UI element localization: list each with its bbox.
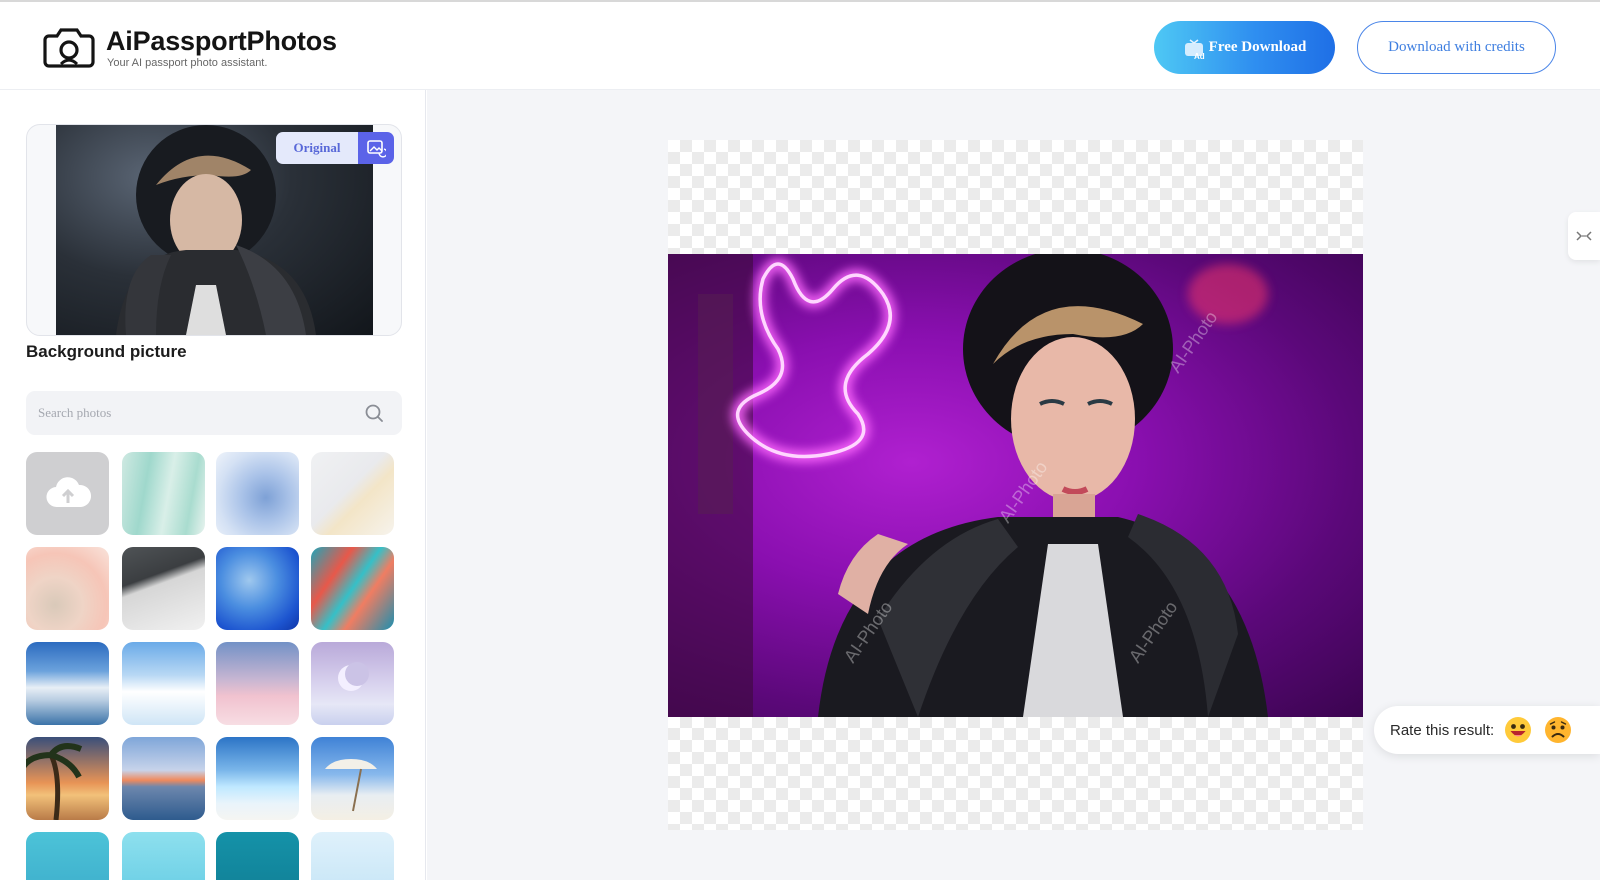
search-input[interactable] <box>38 391 338 435</box>
background-sidebar: Original Background picture <box>0 90 426 880</box>
background-tile[interactable] <box>26 547 109 630</box>
sad-emoji-icon[interactable] <box>1544 716 1572 744</box>
free-download-label: Free Download <box>1208 39 1307 55</box>
transparent-canvas[interactable]: AI-Photo AI-Photo AI-Photo AI-Photo <box>668 140 1363 830</box>
background-tile[interactable] <box>122 832 205 880</box>
background-tile[interactable] <box>122 642 205 725</box>
happy-emoji-icon[interactable] <box>1504 716 1532 744</box>
background-tile[interactable] <box>311 452 394 535</box>
original-photo-card[interactable]: Original <box>26 124 402 336</box>
background-tile[interactable] <box>311 737 394 820</box>
background-tile[interactable] <box>26 737 109 820</box>
search-bar <box>26 391 402 435</box>
background-tile[interactable] <box>311 642 394 725</box>
ad-tv-icon: Ad <box>1183 37 1205 61</box>
camera-logo-icon[interactable] <box>43 24 95 68</box>
rating-label: Rate this result: <box>1390 721 1495 739</box>
top-header: AiPassportPhotos Your AI passport photo … <box>0 0 1600 90</box>
brand-name[interactable]: AiPassportPhotos <box>106 26 337 57</box>
original-toggle[interactable]: Original <box>276 132 394 164</box>
background-tile[interactable] <box>311 832 394 880</box>
background-tile[interactable] <box>216 642 299 725</box>
background-tile[interactable] <box>26 642 109 725</box>
result-photo[interactable]: AI-Photo AI-Photo AI-Photo AI-Photo <box>668 254 1363 717</box>
background-tile[interactable] <box>216 737 299 820</box>
search-icon[interactable] <box>364 403 384 423</box>
panel-toggle[interactable] <box>1568 212 1600 260</box>
upload-background-tile[interactable] <box>26 452 109 535</box>
free-download-button[interactable]: Ad Free Download <box>1154 21 1335 74</box>
background-tile[interactable] <box>216 452 299 535</box>
editor-workspace: AI-Photo AI-Photo AI-Photo AI-Photo Rate… <box>427 90 1600 880</box>
background-tile[interactable] <box>216 832 299 880</box>
background-tile[interactable] <box>122 547 205 630</box>
ad-badge-text: Ad <box>1194 52 1205 61</box>
background-tile[interactable] <box>216 547 299 630</box>
background-tile[interactable] <box>122 737 205 820</box>
brand-tagline: Your AI passport photo assistant. <box>107 57 268 69</box>
section-title: Background picture <box>26 342 187 361</box>
compare-image-icon[interactable] <box>358 132 394 164</box>
background-tile[interactable] <box>122 452 205 535</box>
original-badge-label: Original <box>276 132 358 164</box>
download-with-credits-button[interactable]: Download with credits <box>1357 21 1556 74</box>
background-tile[interactable] <box>26 832 109 880</box>
cloud-upload-icon <box>46 476 91 507</box>
background-tile[interactable] <box>311 547 394 630</box>
watermark-text: AI-Photo <box>1165 307 1222 376</box>
rating-widget: Rate this result: <box>1374 706 1600 754</box>
collapse-icon <box>1576 231 1592 241</box>
